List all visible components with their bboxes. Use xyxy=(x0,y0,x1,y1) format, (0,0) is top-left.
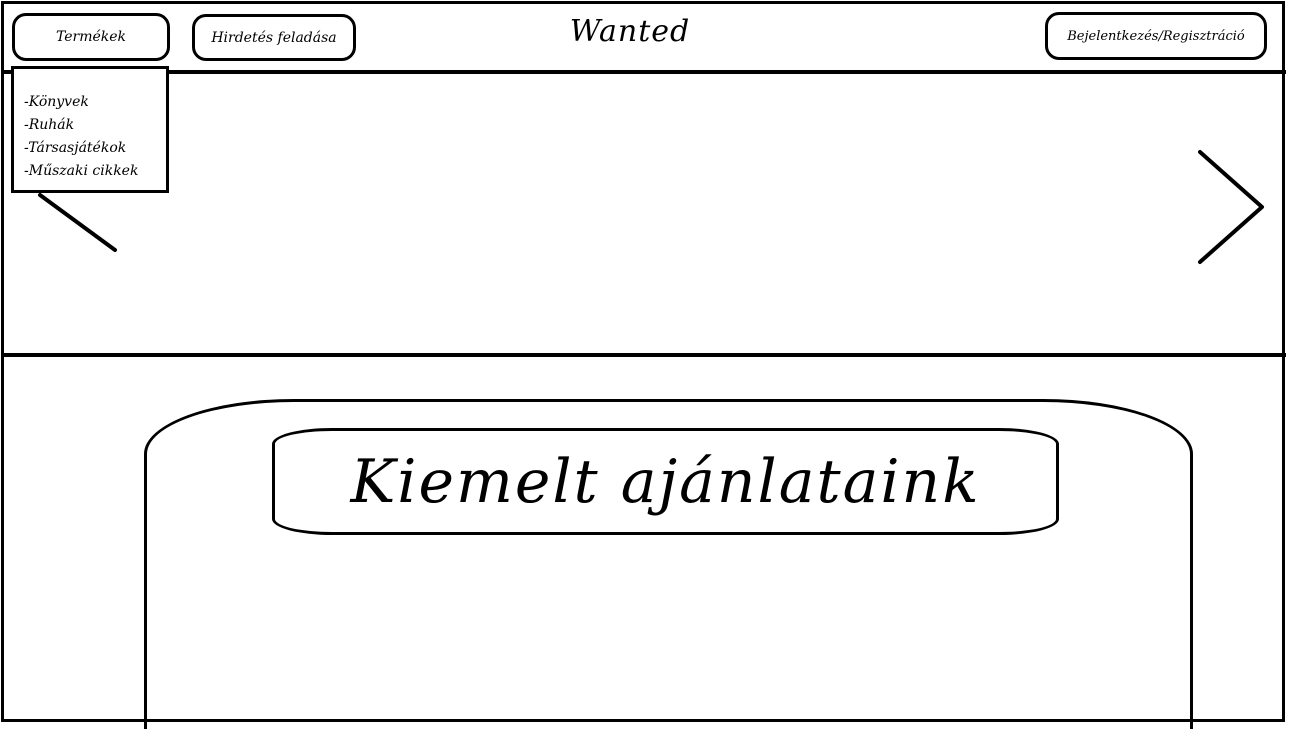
featured-offers-title-text: Kiemelt ajánlataink xyxy=(350,446,981,517)
products-dropdown-menu: -Könyvek -Ruhák -Társasjátékok -Műszaki … xyxy=(11,66,169,193)
login-register-button[interactable]: Bejelentkezés/Regisztráció xyxy=(1045,12,1267,60)
post-ad-button-label: Hirdetés feladása xyxy=(211,29,337,46)
menu-item-clothes[interactable]: -Ruhák xyxy=(24,114,166,137)
products-button-label: Termékek xyxy=(55,29,127,45)
post-ad-button[interactable]: Hirdetés feladása xyxy=(192,14,356,61)
header-divider xyxy=(1,70,1286,74)
chevron-right-icon[interactable] xyxy=(1190,145,1275,270)
login-register-button-label: Bejelentkezés/Regisztráció xyxy=(1067,28,1245,44)
products-button[interactable]: Termékek xyxy=(12,13,170,61)
featured-offers-title: Kiemelt ajánlataink xyxy=(272,428,1059,535)
site-title: Wanted xyxy=(569,14,691,49)
menu-item-books[interactable]: -Könyvek xyxy=(24,91,166,114)
chevron-left-icon[interactable] xyxy=(30,185,130,260)
menu-item-electronics[interactable]: -Műszaki cikkek xyxy=(24,160,166,183)
menu-item-board-games[interactable]: -Társasjátékok xyxy=(24,137,166,160)
carousel-divider xyxy=(1,353,1286,357)
